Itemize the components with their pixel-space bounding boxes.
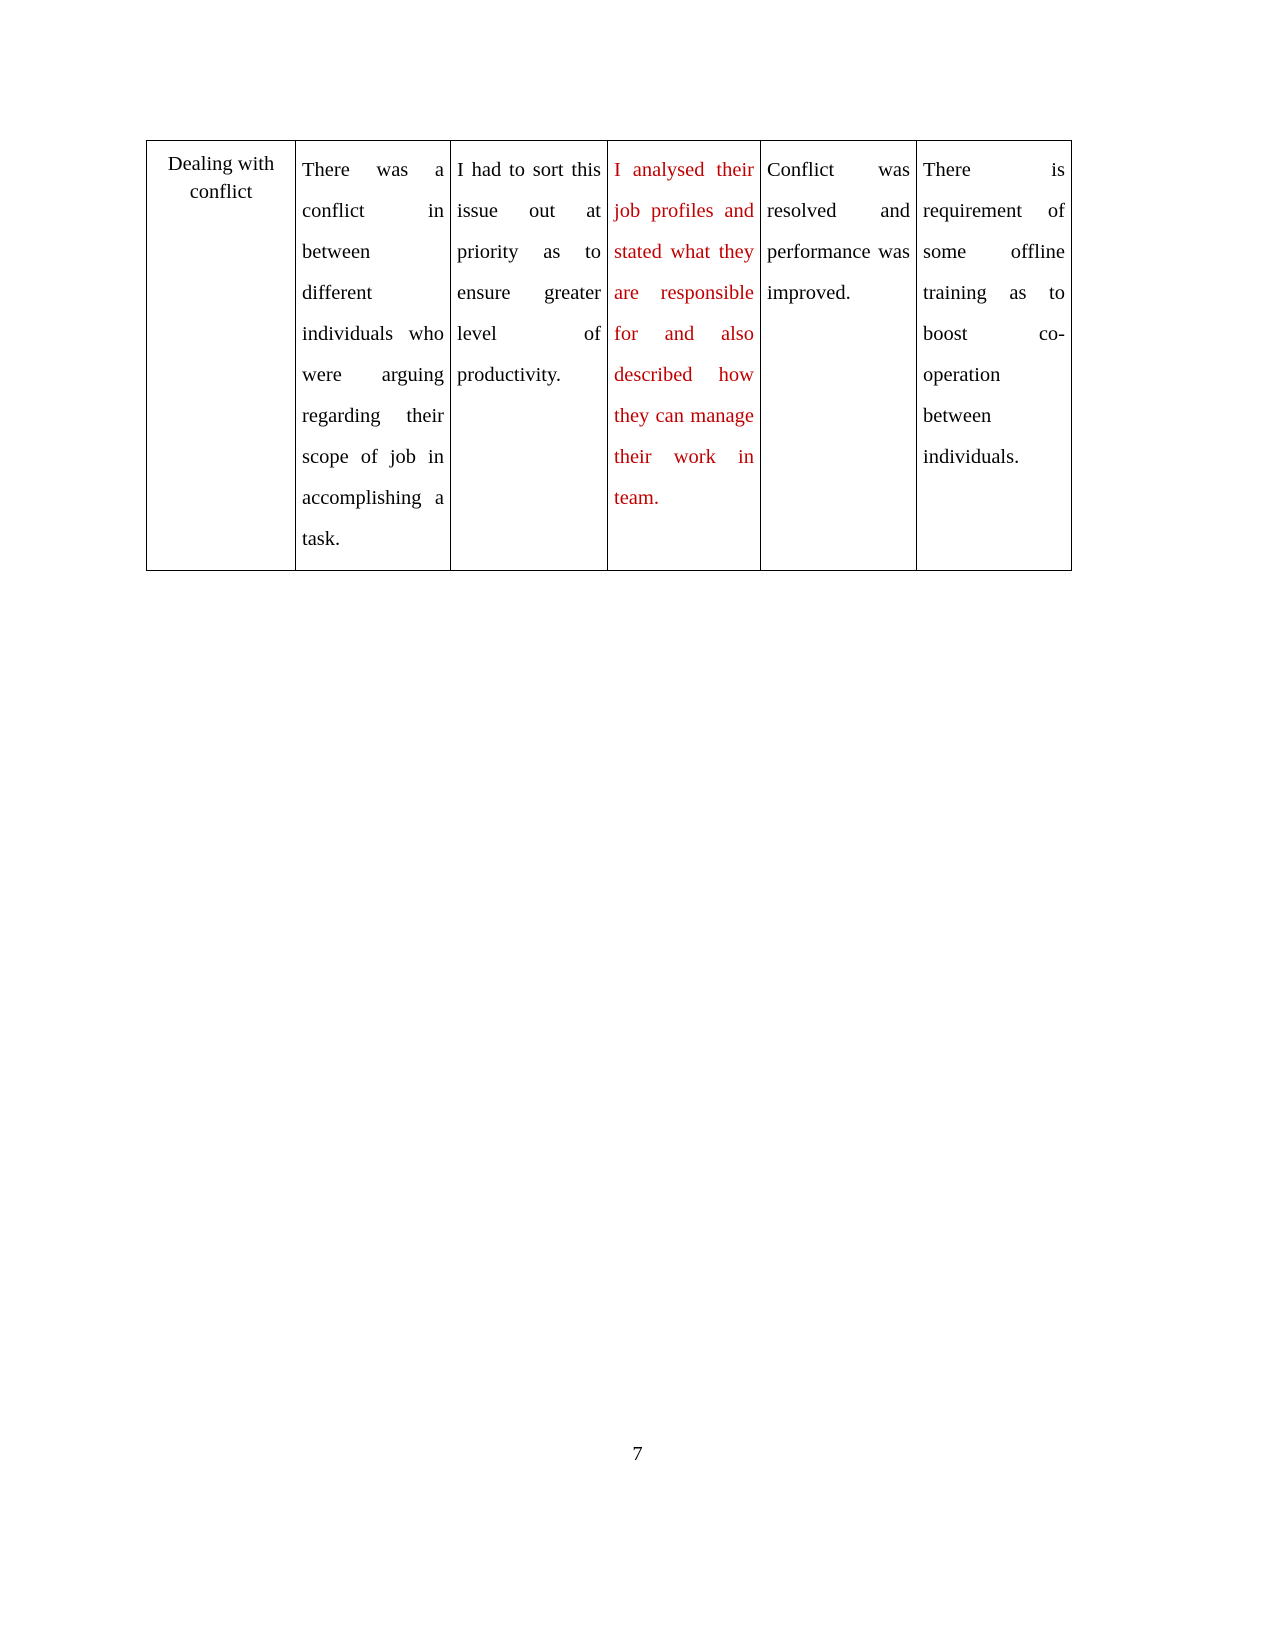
description-text: There was a conflict in between differen… [302,159,444,550]
table-cell-description: There was a conflict in between differen… [295,140,451,571]
document-page: Dealing with conflict There was a confli… [0,0,1275,1650]
feelings-text: I had to sort this issue out at priority… [457,159,601,386]
table-cell-action-plan: There is requirement of some offline tra… [916,140,1072,571]
table-cell-evaluation: I analysed their job profiles and stated… [607,140,761,571]
table-row: Dealing with conflict There was a confli… [146,140,1072,571]
table-cell-topic: Dealing with conflict [146,140,296,571]
evaluation-text: I analysed their job profiles and stated… [614,159,754,509]
table-cell-conclusion: Conflict was resolved and performance wa… [760,140,917,571]
page-number: 7 [632,1443,643,1465]
reflection-table: Dealing with conflict There was a confli… [146,140,1072,571]
conclusion-text: Conflict was resolved and performance wa… [767,159,910,304]
action-plan-text: There is requirement of some offline tra… [923,159,1065,468]
topic-text: Dealing with conflict [167,153,275,203]
table-cell-feelings: I had to sort this issue out at priority… [450,140,608,571]
